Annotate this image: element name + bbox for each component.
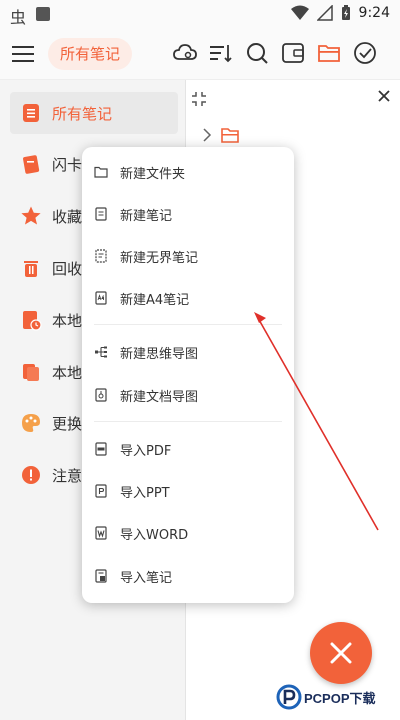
folder-icon [221,128,239,143]
check-circle-icon [354,42,376,64]
ppt-icon [95,484,107,498]
status-icons: 9:24 [290,5,390,21]
status-time: 9:24 [358,5,390,21]
sidebar-item-label: 所有笔记 [52,104,113,123]
doc-map-icon [95,388,107,402]
menu-divider [94,421,282,422]
wallet-button[interactable] [280,40,306,66]
sidebar-item-label: 更换 [52,414,83,433]
sidebar-item-all-notes[interactable]: 所有笔记 [10,92,178,134]
top-toolbar: 所有笔记 [0,28,400,80]
sidebar-item-label: 注意 [52,466,83,485]
menu-button[interactable] [10,41,36,67]
cloud-user-icon [173,44,197,60]
import-note-icon [95,569,107,583]
trash-icon [24,261,38,277]
menu-item-new-infinite-note[interactable]: 新建无界笔记 [82,236,294,276]
close-icon [330,642,352,664]
cloud-sync-button[interactable] [172,40,198,66]
menu-item-import-note[interactable]: 导入笔记 [82,556,294,596]
create-menu-popup: 新建文件夹 新建笔记 新建无界笔记 新建A4笔记 新建思维导图 新建文档导图 导… [82,147,294,603]
sort-button[interactable] [208,40,234,66]
menu-item-label: 导入笔记 [120,570,173,586]
close-icon [378,90,390,102]
search-icon [247,43,268,64]
check-button[interactable] [352,40,378,66]
mindmap-icon [95,346,107,358]
collapse-icon [192,92,206,106]
pcpop-logo-icon [276,684,302,710]
close-fab-button[interactable] [310,622,372,684]
menu-item-label: 新建笔记 [120,208,173,224]
infinite-note-icon [95,249,107,263]
sort-icon [210,45,232,63]
watermark-text: PCPOP下载 [304,690,376,706]
menu-item-new-mindmap[interactable]: 新建思维导图 [82,332,294,372]
notification-square-icon [36,7,50,21]
menu-item-new-doc-map[interactable]: 新建文档导图 [82,375,294,415]
sidebar-item-label: 本地 [52,363,83,382]
folder-accent-icon [318,45,340,62]
sidebar-item-label: 收藏 [52,207,83,226]
sidebar-item-label: 本地 [52,311,83,330]
menu-divider [94,324,282,325]
menu-item-label: 新建文件夹 [120,166,186,182]
notebook-selector[interactable]: 所有笔记 [48,38,133,70]
menu-item-label: 新建A4笔记 [120,292,190,308]
alert-icon [22,466,40,484]
close-panel-button[interactable] [378,90,390,106]
note-outline-icon [95,207,107,221]
palette-icon [22,414,40,432]
menu-item-import-word[interactable]: 导入WORD [82,513,294,553]
status-bar: 虫 9:24 [0,0,400,28]
signal-icon [316,5,333,21]
local-clock-icon [23,311,42,331]
menu-item-import-pdf[interactable]: 导入PDF [82,429,294,469]
chevron-right-icon [203,128,212,142]
hamburger-icon [12,46,34,62]
menu-item-new-folder[interactable]: 新建文件夹 [82,152,294,192]
folder-icon [94,166,108,178]
battery-icon [341,5,350,20]
menu-item-label: 导入WORD [120,527,189,543]
a4-note-icon [95,291,107,305]
local-copy-icon [23,364,39,381]
menu-item-new-note[interactable]: 新建笔记 [82,194,294,234]
menu-item-label: 导入PDF [120,443,172,459]
collapse-button[interactable] [190,90,208,112]
wallet-icon [282,43,304,63]
search-button[interactable] [244,40,270,66]
pdf-icon [95,442,107,456]
toolbar-actions [172,40,378,66]
menu-item-label: 导入PPT [120,485,170,501]
menu-item-import-ppt[interactable]: 导入PPT [82,471,294,511]
folder-tree-row[interactable] [202,126,240,144]
star-icon [21,206,41,225]
folder-view-button[interactable] [316,40,342,66]
bug-icon: 虫 [10,8,27,27]
watermark: PCPOP下载 [276,684,376,710]
wifi-icon [290,5,309,20]
note-icon [23,104,39,122]
menu-item-label: 新建文档导图 [120,389,199,405]
word-icon [95,526,107,540]
sidebar-item-label: 闪卡 [52,155,83,174]
menu-item-label: 新建思维导图 [120,346,199,362]
menu-item-new-a4-note[interactable]: 新建A4笔记 [82,278,294,318]
flashcard-icon [23,155,40,174]
sidebar-item-label: 回收 [52,259,83,278]
menu-item-label: 新建无界笔记 [120,250,199,266]
